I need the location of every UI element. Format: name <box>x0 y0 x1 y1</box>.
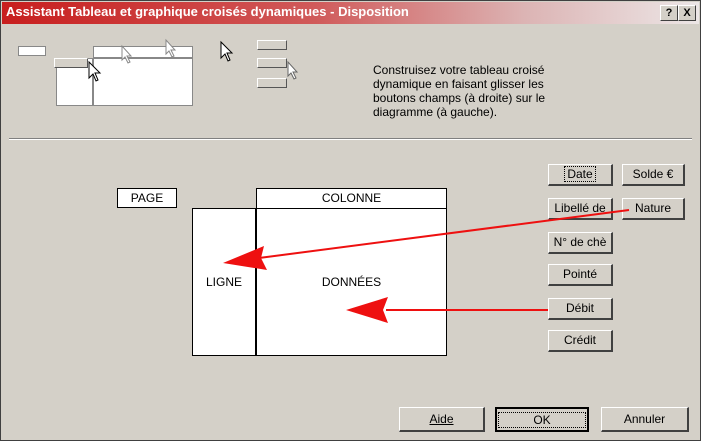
title-bar[interactable]: Assistant Tableau et graphique croisés d… <box>2 2 699 24</box>
page-drop-area[interactable]: PAGE <box>117 188 177 208</box>
instruction-text: Construisez votre tableau croisé dynamiq… <box>373 63 546 119</box>
data-label: DONNÉES <box>321 275 382 289</box>
mouse-cursor-icon <box>88 38 299 82</box>
ok-button[interactable]: OK <box>495 407 589 432</box>
field-pointe[interactable]: Pointé <box>548 264 613 286</box>
data-drop-area[interactable]: DONNÉES <box>256 208 447 356</box>
pivot-wizard-dialog: Assistant Tableau et graphique croisés d… <box>0 0 701 441</box>
cancel-button[interactable]: Annuler <box>601 407 689 432</box>
field-nature[interactable]: Nature <box>622 198 685 220</box>
field-libelle[interactable]: Libellé de <box>548 198 613 220</box>
close-icon: X <box>683 7 691 19</box>
window-title: Assistant Tableau et graphique croisés d… <box>6 4 409 19</box>
field-solde[interactable]: Solde € <box>622 164 685 186</box>
column-label: COLONNE <box>321 191 382 205</box>
help-text-button[interactable]: Aide <box>399 407 485 432</box>
help-button[interactable]: ? <box>660 5 678 21</box>
ok-button-label: OK <box>498 412 586 428</box>
cancel-button-label: Annuler <box>623 412 666 426</box>
help-button-label: Aide <box>429 412 454 426</box>
row-label: LIGNE <box>205 275 242 289</box>
row-drop-area[interactable]: LIGNE <box>192 208 257 356</box>
field-credit[interactable]: Crédit <box>548 330 613 352</box>
column-drop-area[interactable]: COLONNE <box>256 188 447 209</box>
field-numero-cheque[interactable]: N° de chè <box>548 232 613 254</box>
drag-illustration <box>18 36 299 144</box>
page-label: PAGE <box>130 191 164 205</box>
field-date[interactable]: Date <box>548 164 613 186</box>
close-button[interactable]: X <box>678 5 696 21</box>
help-icon: ? <box>665 7 673 19</box>
separator <box>9 138 692 140</box>
field-debit[interactable]: Débit <box>548 298 613 320</box>
